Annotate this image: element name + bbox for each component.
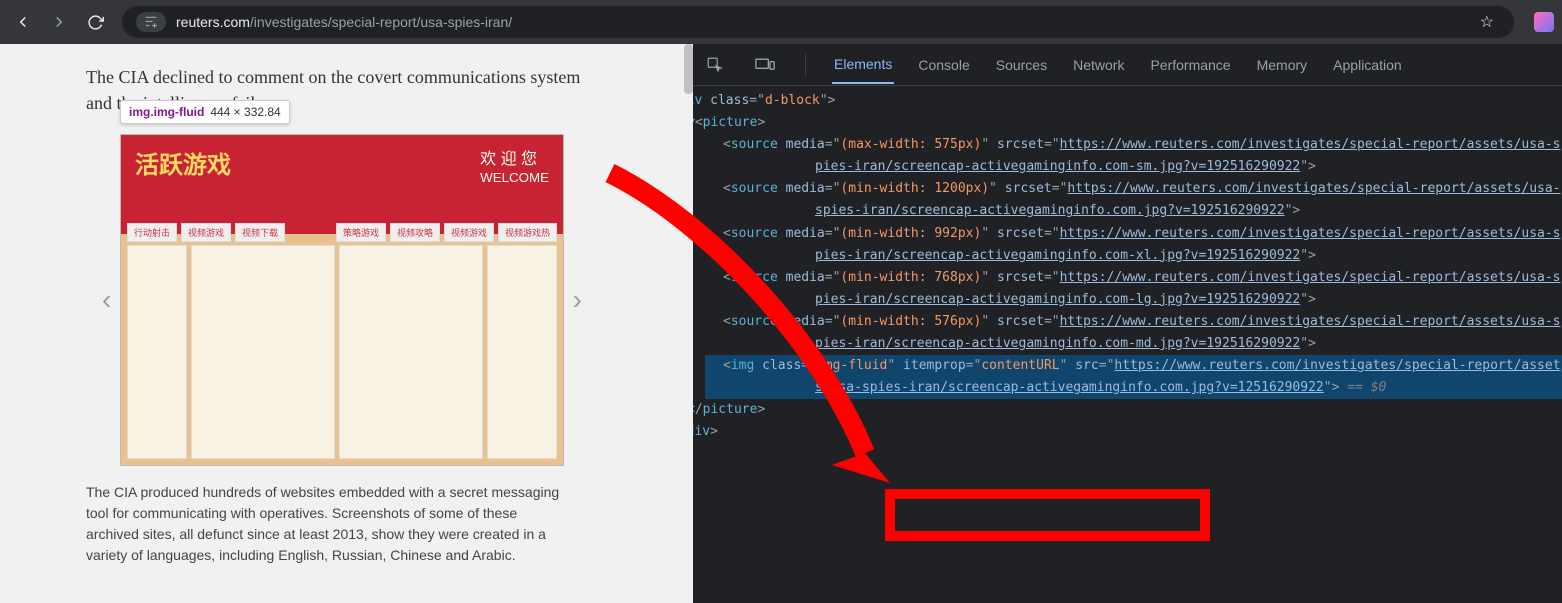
dom-line[interactable]: </div>: [705, 421, 1562, 443]
dom-line-img-selected[interactable]: <img class="img-fluid" itemprop="content…: [705, 355, 1562, 399]
image-banner-text: 活跃游戏: [135, 145, 231, 180]
address-bar[interactable]: reuters.com/investigates/special-report/…: [122, 6, 1514, 38]
image-welcome-text: 欢 迎 您WELCOME: [480, 145, 549, 187]
tab-application[interactable]: Application: [1331, 47, 1404, 83]
tab-performance[interactable]: Performance: [1148, 47, 1232, 83]
image-nav-row: 行动射击视频游戏视频下载策略游戏视频攻略视频游戏视频游戏热: [127, 223, 557, 242]
dom-line[interactable]: ▼<picture>: [705, 112, 1562, 134]
reload-button[interactable]: [80, 7, 110, 37]
carousel-prev-button[interactable]: ‹: [102, 284, 111, 316]
page-scrollbar-thumb[interactable]: [684, 44, 693, 94]
carousel-next-button[interactable]: ›: [573, 284, 582, 316]
extension-icon[interactable]: [1534, 12, 1554, 32]
tab-console[interactable]: Console: [916, 47, 971, 83]
url-text: reuters.com/investigates/special-report/…: [176, 14, 512, 30]
screenshot-image[interactable]: 活跃游戏 欢 迎 您WELCOME 行动射击视频游戏视频下载策略游戏视频攻略视频…: [120, 134, 564, 466]
tab-memory[interactable]: Memory: [1255, 47, 1310, 83]
dom-line-source[interactable]: <source media="(min-width: 576px)" srcse…: [705, 311, 1562, 355]
dom-line-source[interactable]: <source media="(min-width: 992px)" srcse…: [705, 223, 1562, 267]
elements-dom-tree[interactable]: <div class="d-block">▼<picture><source m…: [693, 86, 1562, 603]
bookmark-star-icon[interactable]: ☆: [1480, 12, 1494, 32]
tune-icon: [144, 15, 158, 29]
dom-line[interactable]: </picture>: [705, 399, 1562, 421]
back-button[interactable]: [8, 7, 38, 37]
inspect-element-icon[interactable]: [701, 52, 729, 78]
tab-network[interactable]: Network: [1071, 47, 1126, 83]
device-toolbar-icon[interactable]: [751, 52, 779, 78]
tooltip-selector: img.img-fluid: [129, 105, 204, 119]
dom-line-source[interactable]: <source media="(min-width: 768px)" srcse…: [705, 267, 1562, 311]
forward-button[interactable]: [44, 7, 74, 37]
dom-line[interactable]: <div class="d-block">: [705, 90, 1562, 112]
devtools-panel: Elements Console Sources Network Perform…: [693, 44, 1562, 603]
tooltip-dimensions: 444 × 332.84: [210, 105, 280, 119]
page-viewport: The CIA declined to comment on the cover…: [0, 44, 693, 603]
image-caption: The CIA produced hundreds of websites em…: [86, 482, 566, 566]
browser-toolbar: reuters.com/investigates/special-report/…: [0, 0, 1562, 44]
devtools-tab-bar: Elements Console Sources Network Perform…: [693, 44, 1562, 86]
tab-elements[interactable]: Elements: [832, 46, 894, 84]
tab-sources[interactable]: Sources: [994, 47, 1049, 83]
carousel-image-wrap: img.img-fluid 444 × 332.84 ‹ 活跃游戏 欢 迎 您W…: [120, 134, 564, 466]
devtools-hover-tooltip: img.img-fluid 444 × 332.84: [120, 100, 290, 124]
dom-line-source[interactable]: <source media="(min-width: 1200px)" srcs…: [705, 178, 1562, 222]
site-info-chip[interactable]: [136, 12, 166, 32]
dom-line-source[interactable]: <source media="(max-width: 575px)" srcse…: [705, 134, 1562, 178]
